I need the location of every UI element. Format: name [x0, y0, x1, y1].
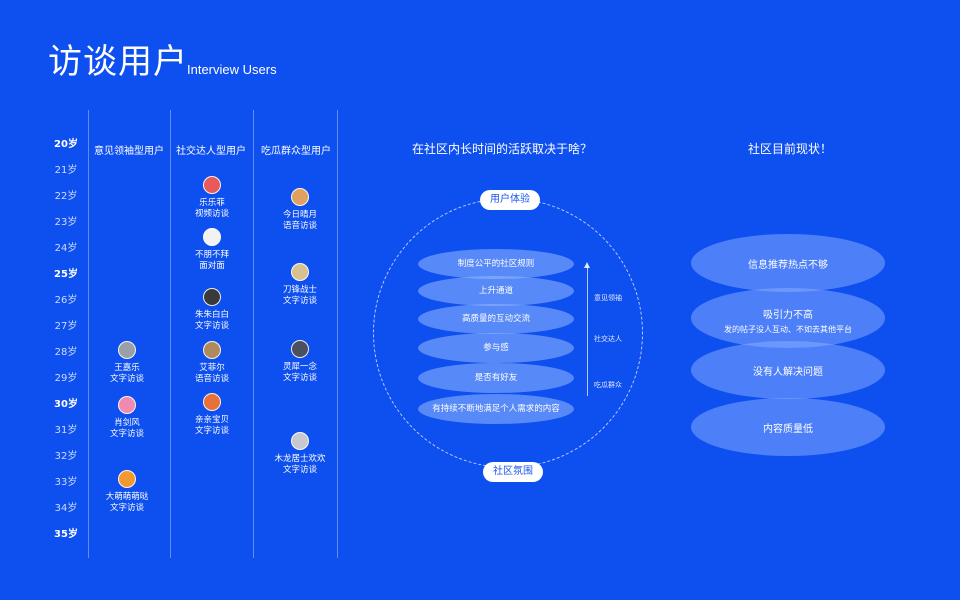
avatar — [291, 263, 309, 281]
avatar — [203, 341, 221, 359]
age-label: 30岁 — [54, 399, 78, 410]
factor-layer: 高质量的互动交流 — [418, 304, 574, 334]
column-header-bystander: 吃瓜群众型用户 — [261, 146, 331, 157]
avatar — [203, 228, 221, 246]
avatar — [291, 188, 309, 206]
age-label: 31岁 — [54, 425, 78, 436]
avatar — [203, 393, 221, 411]
avatar — [203, 288, 221, 306]
age-label: 28岁 — [54, 347, 78, 358]
status-item-title: 吸引力不高 — [763, 310, 813, 321]
column-header-opinion-leader: 意见领袖型用户 — [94, 146, 164, 157]
interview-type: 文字访谈 — [282, 465, 317, 475]
factor-layer: 制度公平的社区规则 — [418, 249, 574, 279]
status-item: 吸引力不高 发的帖子没人互动、不如去其他平台 — [691, 288, 885, 348]
avatar — [118, 470, 136, 488]
user-card[interactable]: 艾菲尔 语音访谈 — [170, 341, 254, 385]
interview-type: 文字访谈 — [109, 429, 144, 439]
user-name: 灵犀一念 — [282, 362, 317, 372]
factor-layer: 有持续不断地满足个人需求的内容 — [418, 394, 574, 424]
user-name: 艾菲尔 — [199, 363, 225, 373]
age-label: 27岁 — [54, 321, 78, 332]
user-card[interactable]: 今日晴月 语音访谈 — [258, 188, 342, 232]
interview-type: 文字访谈 — [282, 296, 317, 306]
interview-type: 文字访谈 — [194, 426, 229, 436]
status-item: 没有人解决问题 — [691, 341, 885, 399]
interview-type: 视频访谈 — [194, 209, 229, 219]
interview-type: 文字访谈 — [109, 503, 144, 513]
user-name: 朱朱白白 — [194, 310, 229, 320]
user-name: 大萌萌萌哒 — [105, 492, 149, 502]
age-label: 34岁 — [54, 503, 78, 514]
user-card[interactable]: 灵犀一念 文字访谈 — [258, 340, 342, 384]
user-card[interactable]: 亲亲宝贝 文字访谈 — [170, 393, 254, 437]
user-card[interactable]: 刀锋战士 文字访谈 — [258, 263, 342, 307]
user-name: 刀锋战士 — [282, 285, 317, 295]
avatar — [291, 432, 309, 450]
column-divider — [337, 110, 338, 558]
status-title: 社区目前现状！ — [747, 142, 832, 156]
interview-type: 语音访谈 — [282, 221, 317, 231]
age-label: 23岁 — [54, 217, 78, 228]
side-label: 意见领袖 — [594, 294, 622, 302]
user-name: 不朋不拜 — [194, 250, 229, 260]
arrow-line — [587, 266, 588, 396]
avatar — [203, 176, 221, 194]
age-label: 26岁 — [54, 295, 78, 306]
user-experience-label: 用户体验 — [480, 190, 540, 210]
avatar — [291, 340, 309, 358]
status-item-title: 信息推荐热点不够 — [748, 260, 828, 271]
user-name: 今日晴月 — [282, 210, 317, 220]
age-label: 29岁 — [54, 373, 78, 384]
age-label: 20岁 — [54, 139, 78, 150]
status-item-subtitle: 发的帖子没人互动、不如去其他平台 — [724, 325, 852, 334]
interview-type: 语音访谈 — [194, 374, 229, 384]
age-label: 25岁 — [54, 269, 78, 280]
avatar — [118, 341, 136, 359]
interview-type: 面对面 — [199, 261, 225, 271]
user-card[interactable]: 大萌萌萌哒 文字访谈 — [85, 470, 169, 514]
user-card[interactable]: 肖剑风 文字访谈 — [85, 396, 169, 440]
age-label: 35岁 — [54, 529, 78, 540]
user-name: 乐乐菲 — [199, 198, 225, 208]
factor-layer: 参与感 — [418, 333, 574, 363]
age-label: 33岁 — [54, 477, 78, 488]
user-card[interactable]: 朱朱白白 文字访谈 — [170, 288, 254, 332]
user-card[interactable]: 木龙居士欢欢 文字访谈 — [258, 432, 342, 476]
user-card[interactable]: 王嘉乐 文字访谈 — [85, 341, 169, 385]
side-label: 社交达人 — [594, 335, 622, 343]
age-label: 21岁 — [54, 165, 78, 176]
question-title: 在社区内长时间的活跃取决于啥？ — [411, 142, 592, 156]
community-atmosphere-label: 社区氛围 — [483, 462, 543, 482]
user-name: 王嘉乐 — [114, 363, 140, 373]
status-item: 信息推荐热点不够 — [691, 234, 885, 292]
user-name: 亲亲宝贝 — [194, 415, 229, 425]
side-label: 吃瓜群众 — [594, 381, 622, 389]
user-card[interactable]: 不朋不拜 面对面 — [170, 228, 254, 272]
factor-layer: 是否有好友 — [418, 363, 574, 393]
interview-type: 文字访谈 — [109, 374, 144, 384]
age-label: 32岁 — [54, 451, 78, 462]
user-name: 肖剑风 — [114, 418, 140, 428]
user-card[interactable]: 乐乐菲 视频访谈 — [170, 176, 254, 220]
avatar — [118, 396, 136, 414]
interview-type: 文字访谈 — [282, 373, 317, 383]
page-title: 访谈用户 — [48, 42, 188, 82]
column-header-social-expert: 社交达人型用户 — [176, 146, 246, 157]
interview-type: 文字访谈 — [194, 321, 229, 331]
age-label: 24岁 — [54, 243, 78, 254]
status-item-title: 内容质量低 — [763, 424, 813, 435]
page-subtitle: Interview Users — [187, 62, 277, 77]
status-item: 内容质量低 — [691, 398, 885, 456]
factor-layer: 上升通道 — [418, 276, 574, 306]
age-label: 22岁 — [54, 191, 78, 202]
status-item-title: 没有人解决问题 — [753, 367, 823, 378]
user-name: 木龙居士欢欢 — [274, 454, 326, 464]
